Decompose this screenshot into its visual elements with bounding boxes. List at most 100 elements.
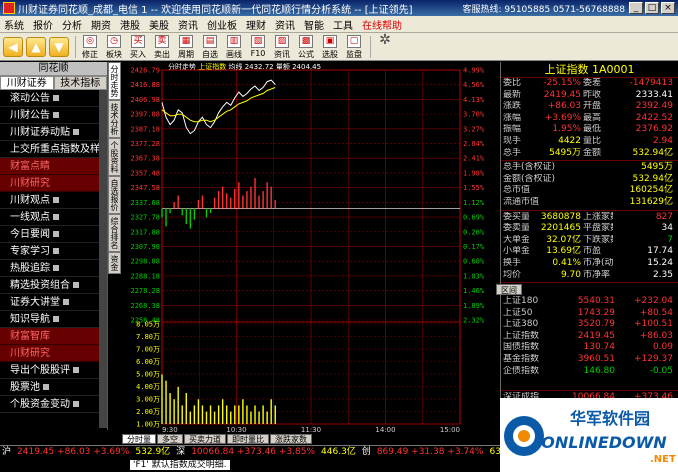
- svg-text:ONLINEDOWN: ONLINEDOWN: [541, 433, 667, 452]
- toolbar-button-7[interactable]: ▧ F10: [247, 34, 269, 60]
- left-list-item[interactable]: 川财观点: [0, 192, 107, 209]
- index-row[interactable]: 上证380 3520.79 +100.51: [501, 319, 678, 331]
- left-list-item[interactable]: 川财证券动贴: [0, 124, 107, 141]
- menu-item-3[interactable]: 期资: [91, 17, 111, 32]
- quote-value: 2419.45: [543, 89, 581, 100]
- left-list-item[interactable]: 今日要闻: [0, 226, 107, 243]
- hotline-text: 客服热线: 95105885 0571-56768888: [462, 4, 625, 15]
- menu-item-5[interactable]: 美股: [149, 17, 169, 32]
- quote-label: 换手: [503, 257, 522, 268]
- maximize-button[interactable]: □: [645, 2, 659, 14]
- menu-item-4[interactable]: 港股: [120, 17, 140, 32]
- left-list-item-label: 个股资金变动: [10, 399, 70, 410]
- range-button-row: 区间: [496, 284, 678, 296]
- left-list-item[interactable]: 滚动公告: [0, 90, 107, 107]
- indicator-tab-2[interactable]: 买卖力道: [184, 434, 226, 444]
- quote-label: 开盘: [583, 101, 602, 112]
- indicator-tab-1[interactable]: 多空: [157, 434, 183, 444]
- left-tab-0[interactable]: 川财证券: [0, 76, 54, 90]
- x-tick-label: 9:30: [162, 426, 178, 434]
- menu-item-8[interactable]: 理财: [246, 17, 266, 32]
- toolbar-button-8[interactable]: ▨ 资讯: [271, 34, 293, 60]
- menu-item-7[interactable]: 创业板: [207, 17, 237, 32]
- pct-tick-label: 4.56%: [463, 81, 485, 89]
- toolbar-icon: ◎: [83, 34, 97, 48]
- quote-divider: [501, 160, 678, 162]
- left-list-item[interactable]: 知识导航: [0, 311, 107, 328]
- index-row[interactable]: 国债指数 130.74 0.09: [501, 342, 678, 354]
- toolbar-button-4[interactable]: ▦ 周期: [175, 34, 197, 60]
- indicator-tab-4[interactable]: 涨跌家数: [270, 434, 312, 444]
- intraday-chart[interactable]: 分时走势 上证指数 均线 2432.72 量额 2404.452426.79 4.…: [122, 62, 499, 434]
- left-list-item[interactable]: 一线观点: [0, 209, 107, 226]
- left-section-header[interactable]: 川财研究: [0, 345, 107, 362]
- settings-button[interactable]: ✲: [374, 33, 396, 60]
- menu-item-2[interactable]: 分析: [62, 17, 82, 32]
- menu-item-1[interactable]: 报价: [33, 17, 53, 32]
- quote-label: 涨幅: [503, 112, 522, 123]
- indicator-tab-0[interactable]: 分时量: [122, 434, 156, 444]
- vertical-tab-2[interactable]: 个股资料: [108, 138, 121, 176]
- y-tick-label: 2327.78: [130, 214, 160, 222]
- index-name: 上证180: [503, 296, 539, 307]
- left-section-header[interactable]: 财富智库: [0, 328, 107, 345]
- vertical-tab-4[interactable]: 综合排名: [108, 214, 121, 252]
- index-row[interactable]: 基金指数 3960.51 +129.37: [501, 354, 678, 366]
- vertical-tab-1[interactable]: 技术分析: [108, 100, 121, 138]
- index-row[interactable]: 上证指数 2419.45 +86.03: [501, 331, 678, 343]
- left-tab-1[interactable]: 技术指标: [53, 76, 107, 90]
- menu-item-9[interactable]: 资讯: [275, 17, 295, 32]
- quote-value: 32.07亿: [546, 234, 581, 245]
- quote-row: 振幅 1.95% 最低 2376.92: [501, 124, 678, 136]
- menu-item-12[interactable]: 在线帮助: [362, 17, 402, 32]
- left-list-item[interactable]: 上交所重点指数及样本: [0, 141, 107, 158]
- left-list-item[interactable]: 精选投资组合: [0, 277, 107, 294]
- volume-tick-label: 7.80万: [136, 333, 160, 341]
- quote-value: 0.41%: [552, 257, 581, 268]
- info-icon: [53, 231, 59, 237]
- toolbar-button-0[interactable]: ◎ 修正: [79, 34, 101, 60]
- pct-tick-label: 1.46%: [463, 287, 485, 295]
- vertical-tab-5[interactable]: 资金: [108, 252, 121, 274]
- up-arrow-icon[interactable]: ▲: [26, 36, 46, 57]
- toolbar-button-3[interactable]: 卖卖出: [151, 34, 173, 60]
- down-arrow-icon[interactable]: ▼: [49, 36, 69, 57]
- toolbar-button-6[interactable]: ▥ 画线: [223, 34, 245, 60]
- toolbar-button-11[interactable]: ▢ 监盘: [343, 34, 365, 60]
- left-list-item[interactable]: 导出个股股评: [0, 362, 107, 379]
- toolbar-button-1[interactable]: ◷ 板块: [103, 34, 125, 60]
- back-arrow-icon[interactable]: ◀: [3, 36, 23, 57]
- left-list-item[interactable]: 专家学习: [0, 243, 107, 260]
- toolbar-button-9[interactable]: ▩ 公式: [295, 34, 317, 60]
- left-list-item[interactable]: 个股资金变动: [0, 396, 107, 413]
- left-section-header[interactable]: 财富点睛: [0, 158, 107, 175]
- left-panel-scrollbar[interactable]: [99, 90, 107, 428]
- vertical-tab-0[interactable]: 分时走势: [108, 62, 121, 100]
- indicator-tab-3[interactable]: 即时量比: [227, 434, 269, 444]
- quote-label: 金额(含权证): [503, 173, 556, 184]
- menu-item-10[interactable]: 智能: [304, 17, 324, 32]
- minimize-button[interactable]: _: [629, 2, 643, 14]
- vertical-tab-3[interactable]: 自选报价: [108, 176, 121, 214]
- index-row[interactable]: 企债指数 146.80 -0.05: [501, 366, 678, 378]
- left-section-header[interactable]: 川财研究: [0, 175, 107, 192]
- left-list-item[interactable]: 证券大讲堂: [0, 294, 107, 311]
- left-list-item[interactable]: 川财公告: [0, 107, 107, 124]
- quote-row: 总市值 160254亿: [501, 185, 678, 197]
- left-list-item[interactable]: 股票池: [0, 379, 107, 396]
- toolbar-button-5[interactable]: ▤ 自选: [199, 34, 221, 60]
- menu-item-0[interactable]: 系统: [4, 17, 24, 32]
- close-button[interactable]: ×: [661, 2, 675, 14]
- menu-item-11[interactable]: 工具: [333, 17, 353, 32]
- volume-tick-label: 6.00万: [136, 358, 160, 366]
- quote-label: 委买量: [503, 211, 529, 222]
- toolbar-button-2[interactable]: 买买入: [127, 34, 149, 60]
- info-icon: [53, 112, 59, 118]
- index-row[interactable]: 上证180 5540.31 +232.04: [501, 296, 678, 308]
- toolbar-icon: ▨: [275, 34, 289, 48]
- left-list-item[interactable]: 热股追踪: [0, 260, 107, 277]
- menu-item-6[interactable]: 资讯: [178, 17, 198, 32]
- range-button[interactable]: 区间: [496, 284, 522, 296]
- toolbar-button-10[interactable]: ▣ 选股: [319, 34, 341, 60]
- index-row[interactable]: 上证50 1743.29 +80.54: [501, 308, 678, 320]
